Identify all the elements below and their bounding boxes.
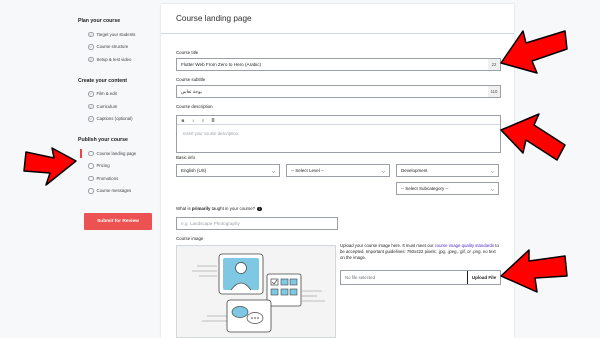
sidebar-item-label: Target your students xyxy=(96,31,136,37)
check-circle-icon xyxy=(88,116,94,122)
primary-taught-label: What is primarily taught in your course?… xyxy=(176,206,262,212)
circle-icon xyxy=(88,175,94,181)
sidebar-item-course-messages[interactable]: Course messages xyxy=(78,187,158,196)
sidebar-item-promotions[interactable]: Promotions xyxy=(78,174,158,183)
image-standards-link[interactable]: course image quality standards xyxy=(435,243,494,248)
course-title-value: Flutter Web From Zero to Hero (Arabic) xyxy=(181,62,262,67)
chevron-down-icon xyxy=(490,188,495,191)
basic-info-label: Basic info xyxy=(176,155,196,160)
chevron-down-icon xyxy=(490,170,495,173)
file-upload-row: No file selected Upload File xyxy=(340,270,501,285)
check-circle-icon xyxy=(88,103,94,109)
circle-icon xyxy=(88,150,94,156)
arrow-annotation-icon xyxy=(500,30,568,74)
sidebar-item-landing-page[interactable]: Course landing page xyxy=(78,149,158,158)
course-image-label: Course image xyxy=(176,236,204,241)
main-panel: Course landing page Course title Flutter… xyxy=(161,4,514,338)
circle-icon xyxy=(88,163,94,169)
sidebar-section-create: Create your content Film & edit Curricul… xyxy=(78,78,158,124)
sidebar-item-setup-video[interactable]: Setup & test video xyxy=(78,55,158,64)
sidebar-item-label: Course structure xyxy=(96,44,129,50)
sidebar-item-pricing[interactable]: Pricing xyxy=(78,162,158,171)
subcategory-select[interactable]: -- Select Subcategory -- xyxy=(396,182,499,195)
page-title: Course landing page xyxy=(161,4,514,34)
editor-toolbar: B I ≡ ≣ xyxy=(177,116,500,125)
sidebar-item-label: Pricing xyxy=(96,163,110,169)
section-title: Publish your course xyxy=(78,137,128,143)
sidebar-item-label: Course messages xyxy=(96,188,132,194)
sidebar-item-film-edit[interactable]: Film & edit xyxy=(78,90,158,99)
course-subtitle-value: يوحة تعاس xyxy=(181,88,202,94)
course-subtitle-label: Course subtitle xyxy=(176,77,206,82)
sidebar-item-label: Film & edit xyxy=(96,91,117,97)
sidebar-item-label: Course landing page xyxy=(96,150,137,156)
course-description-label: Course description xyxy=(176,104,213,109)
upload-file-button[interactable]: Upload File xyxy=(467,271,500,284)
sidebar-item-label: Promotions xyxy=(96,175,119,181)
sidebar-item-label: Captions (optional) xyxy=(96,116,133,122)
course-image-illustration xyxy=(192,253,325,333)
chevron-down-icon xyxy=(271,170,276,173)
label-text: What is xyxy=(176,206,192,211)
section-title: Create your content xyxy=(78,77,128,84)
language-select[interactable]: English (US) xyxy=(176,164,280,177)
course-subtitle-input[interactable]: يوحة تعاس 110 xyxy=(176,85,501,98)
arrow-annotation-icon xyxy=(500,249,568,293)
sidebar-section-plan: Plan your course Target your students Co… xyxy=(78,18,158,64)
course-title-label: Course title xyxy=(176,50,199,55)
label-text: taught in your course? xyxy=(210,206,256,211)
language-value: English (US) xyxy=(181,168,207,173)
help-text: Upload your course image here. It must m… xyxy=(340,243,435,248)
char-counter: 110 xyxy=(488,86,500,97)
primary-topic-input[interactable]: e.g. Landscape Photography xyxy=(176,217,338,230)
arrow-annotation-icon xyxy=(500,113,566,161)
course-image-placeholder xyxy=(176,245,336,338)
bold-button[interactable]: B xyxy=(180,118,186,123)
sidebar-item-curriculum[interactable]: Curriculum xyxy=(78,102,158,111)
course-description-editor[interactable]: B I ≡ ≣ Insert your course description. xyxy=(176,115,501,153)
level-select[interactable]: -- Select Level -- xyxy=(286,164,390,177)
course-image-help-text: Upload your course image here. It must m… xyxy=(340,243,500,261)
submit-for-review-button[interactable]: Submit for Review xyxy=(84,213,152,230)
category-value: Development xyxy=(401,168,428,173)
circle-icon xyxy=(88,188,94,194)
level-value: -- Select Level -- xyxy=(291,168,325,173)
check-circle-icon xyxy=(88,44,94,50)
sidebar-section-publish: Publish your course Course landing page … xyxy=(78,137,158,195)
sidebar-item-captions[interactable]: Captions (optional) xyxy=(78,115,158,124)
course-title-input[interactable]: Flutter Web From Zero to Hero (Arabic) 2… xyxy=(176,58,501,71)
subcategory-value: -- Select Subcategory -- xyxy=(401,186,449,191)
sidebar-item-target-students[interactable]: Target your students xyxy=(78,30,158,39)
label-bold-text: primarily xyxy=(191,206,211,211)
description-placeholder: Insert your course description. xyxy=(183,131,240,136)
arrow-annotation-icon xyxy=(23,147,77,186)
bullet-list-button[interactable]: ≣ xyxy=(210,118,216,123)
sidebar-item-label: Curriculum xyxy=(96,103,118,109)
primary-topic-placeholder: e.g. Landscape Photography xyxy=(181,221,240,226)
sidebar-item-course-structure[interactable]: Course structure xyxy=(78,43,158,52)
italic-button[interactable]: I xyxy=(190,118,196,123)
category-select[interactable]: Development xyxy=(396,164,499,177)
sidebar: Plan your course Target your students Co… xyxy=(78,18,158,199)
chevron-down-icon xyxy=(381,170,386,173)
no-file-text: No file selected xyxy=(345,275,376,280)
check-circle-icon xyxy=(88,56,94,62)
section-title: Plan your course xyxy=(78,18,121,24)
sidebar-item-label: Setup & test video xyxy=(96,56,132,62)
numbered-list-button[interactable]: ≡ xyxy=(200,118,206,123)
check-circle-icon xyxy=(88,91,94,97)
info-icon[interactable]: i xyxy=(257,206,262,212)
check-circle-icon xyxy=(88,31,94,37)
